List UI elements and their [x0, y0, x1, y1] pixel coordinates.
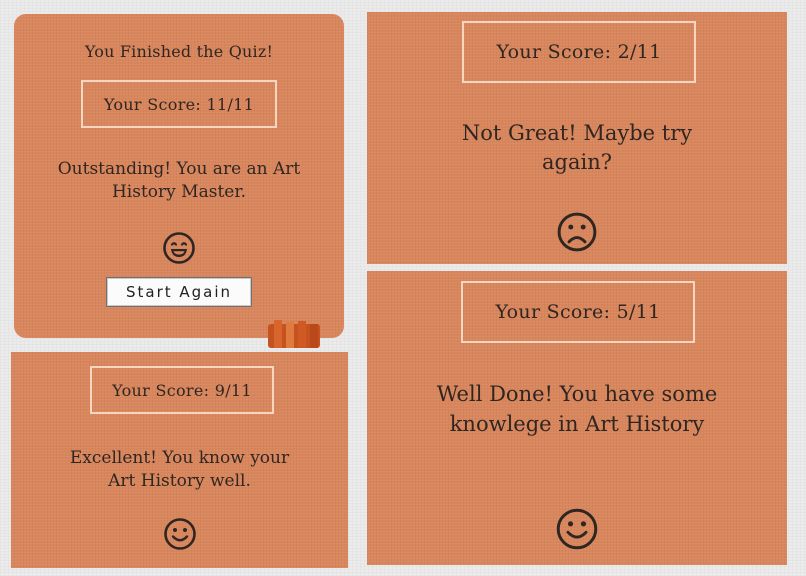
- score-box: Your Score: 5/11: [461, 281, 695, 343]
- result-message: Well Done! You have some knowlege in Art…: [436, 382, 718, 437]
- result-message: Not Great! Maybe try again?: [461, 121, 693, 175]
- score-box: Your Score: 2/11: [462, 21, 696, 83]
- smiley-face-icon: [556, 508, 598, 550]
- laughing-face-icon: [163, 232, 195, 264]
- result-message: Excellent! You know your Art History wel…: [69, 448, 290, 491]
- score-box: Your Score: 11/11: [81, 80, 277, 128]
- start-again-button[interactable]: Start Again: [106, 277, 252, 307]
- quiz-finished-heading: You Finished the Quiz!: [84, 42, 274, 61]
- smiley-face-icon: [163, 518, 196, 550]
- decorative-shape: [268, 320, 320, 348]
- result-message: Outstanding! You are an Art History Mast…: [57, 159, 301, 202]
- frowning-face-icon: [557, 212, 597, 252]
- score-box: Your Score: 9/11: [90, 366, 274, 414]
- quiz-result-card-not-great: Your Score: 2/11 Not Great! Maybe try ag…: [367, 12, 787, 264]
- quiz-result-card-perfect: You Finished the Quiz! Your Score: 11/11…: [14, 14, 344, 338]
- quiz-result-card-well-done: Your Score: 5/11 Well Done! You have som…: [367, 271, 787, 565]
- quiz-result-card-excellent: Your Score: 9/11 Excellent! You know you…: [11, 352, 348, 568]
- screenshot-collage: You Finished the Quiz! Your Score: 11/11…: [0, 0, 806, 576]
